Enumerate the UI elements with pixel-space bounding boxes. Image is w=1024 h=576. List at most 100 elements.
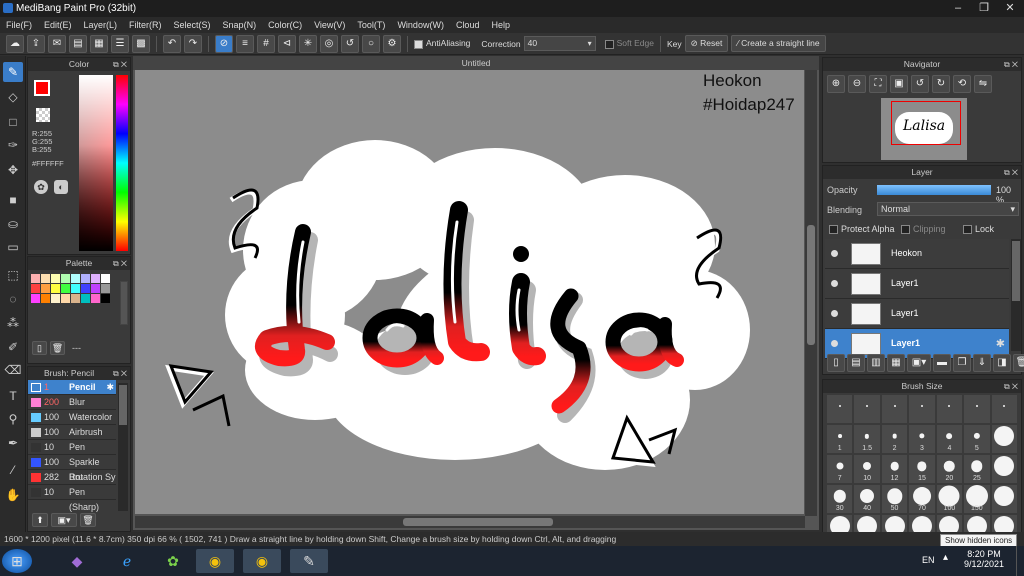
swatch[interactable]: [81, 294, 90, 303]
grid-icon[interactable]: ▩: [132, 34, 150, 53]
medibang-icon[interactable]: ✎: [290, 549, 328, 573]
panel-close-icon[interactable]: ⧉ ✕: [113, 257, 127, 270]
move-tool-icon[interactable]: ✥: [3, 160, 23, 180]
swatch[interactable]: [91, 294, 100, 303]
layer-menu-icon[interactable]: ▣▾: [907, 354, 931, 372]
menu-tool[interactable]: Tool(T): [351, 17, 391, 33]
saturation-value-field[interactable]: [79, 75, 113, 251]
bucket-tool-icon[interactable]: ⛀: [3, 214, 23, 234]
brush-item[interactable]: 282 Rotation Sy: [28, 470, 116, 485]
brush-scrollbar[interactable]: [118, 383, 128, 511]
panel-close-icon[interactable]: ⧉ ✕: [113, 367, 127, 380]
brush-size-cell[interactable]: 25: [964, 455, 990, 483]
add-brush-icon[interactable]: ⬆: [32, 513, 48, 527]
perspective-snap-icon[interactable]: ⊲: [278, 34, 296, 53]
eye-icon[interactable]: [831, 250, 838, 257]
brush-item[interactable]: 10 Pen (Sharp): [28, 485, 116, 512]
reset-button[interactable]: ⊘ Reset: [684, 35, 729, 52]
swatch[interactable]: [61, 274, 70, 283]
duplicate-layer-icon[interactable]: ❐: [953, 354, 971, 372]
brush-size-cell[interactable]: 12: [881, 455, 908, 483]
start-button[interactable]: ⊞: [2, 549, 32, 573]
operation-tool-icon[interactable]: ⚲: [3, 409, 23, 429]
brush-size-cell[interactable]: 2: [881, 425, 908, 453]
maximize-button[interactable]: ❐: [972, 0, 996, 17]
brush-size-cell[interactable]: [991, 395, 1017, 423]
menu-cloud[interactable]: Cloud: [450, 17, 486, 33]
blending-select[interactable]: Normal ▾: [877, 202, 1019, 216]
foreground-color-swatch[interactable]: [34, 80, 50, 96]
swatch[interactable]: [61, 284, 70, 293]
list-icon[interactable]: ☰: [111, 34, 129, 53]
swatch[interactable]: [101, 274, 110, 283]
circle-snap-icon[interactable]: ○: [362, 34, 380, 53]
brush-size-cell[interactable]: 100: [936, 485, 963, 513]
swatch[interactable]: [31, 284, 40, 293]
menu-layer[interactable]: Layer(L): [78, 17, 124, 33]
antialiasing-toggle[interactable]: AntiAliasing: [414, 38, 470, 49]
swatch[interactable]: [71, 294, 80, 303]
brush-item[interactable]: 10 Pen: [28, 440, 116, 455]
export-icon[interactable]: ⇪: [27, 34, 45, 53]
magic-wand-icon[interactable]: ⁂: [3, 313, 23, 333]
swatch[interactable]: [71, 274, 80, 283]
select-pen-icon[interactable]: ✐: [3, 337, 23, 357]
brush-size-cell[interactable]: 20: [936, 455, 963, 483]
brush-size-cell[interactable]: 40: [854, 485, 880, 513]
swatch[interactable]: [101, 284, 110, 293]
brush-size-cell[interactable]: 3: [909, 425, 935, 453]
clipping-checkbox[interactable]: Clipping: [901, 224, 946, 235]
panel-close-icon[interactable]: ⧉ ✕: [113, 58, 127, 71]
lock-checkbox[interactable]: Lock: [963, 224, 994, 235]
swatch[interactable]: [91, 284, 100, 293]
menu-file[interactable]: File(F): [0, 17, 38, 33]
layer-scrollbar[interactable]: [1011, 239, 1021, 351]
lasso-tool-icon[interactable]: ◌: [3, 289, 23, 309]
brush-size-cell[interactable]: [991, 425, 1017, 453]
swatch[interactable]: [81, 284, 90, 293]
rotate-right-icon[interactable]: ↻: [932, 75, 950, 93]
eye-icon[interactable]: [831, 280, 838, 287]
menu-help[interactable]: Help: [485, 17, 516, 33]
color-picker-icon[interactable]: ◐: [54, 180, 68, 194]
correction-select[interactable]: 40: [523, 36, 596, 51]
protect-alpha-checkbox[interactable]: Protect Alpha: [829, 224, 895, 235]
brush-size-cell[interactable]: [854, 395, 880, 423]
brush-size-cell[interactable]: [936, 395, 963, 423]
brush-size-cell[interactable]: [991, 485, 1017, 513]
brush-size-cell[interactable]: 50: [881, 485, 908, 513]
layer-row[interactable]: Heokon: [825, 239, 1009, 269]
comment-icon[interactable]: ✉: [48, 34, 66, 53]
redo-icon[interactable]: ↷: [184, 34, 202, 53]
swatch[interactable]: [41, 284, 50, 293]
color-wheel-icon[interactable]: ✿: [34, 180, 48, 194]
text-tool-icon[interactable]: T: [3, 386, 23, 406]
pen-tool-icon[interactable]: ⁄: [3, 460, 23, 480]
eye-icon[interactable]: [831, 340, 838, 347]
brush-size-cell[interactable]: 4: [936, 425, 963, 453]
soft-edge-toggle[interactable]: Soft Edge: [604, 38, 654, 49]
scroll-thumb[interactable]: [807, 225, 815, 345]
swatch[interactable]: [31, 294, 40, 303]
clock[interactable]: 8:20 PM 9/12/2021: [958, 549, 1010, 569]
internet-explorer-icon[interactable]: ℯ: [108, 549, 146, 573]
brush-size-cell[interactable]: 1.5: [854, 425, 880, 453]
brush-item[interactable]: 100 Airbrush: [28, 425, 116, 440]
merge-down-icon[interactable]: ⇓: [973, 354, 991, 372]
new-halftone-layer-icon[interactable]: ▤: [847, 354, 865, 372]
chrome-icon[interactable]: ◉: [243, 549, 281, 573]
eyedropper-tool-icon[interactable]: ✒: [3, 433, 23, 453]
hue-slider[interactable]: [116, 75, 128, 251]
transparent-swatch[interactable]: [36, 108, 50, 122]
eraser-tool-icon[interactable]: ◇: [3, 87, 23, 107]
new-layer-icon[interactable]: ▯: [827, 354, 845, 372]
zoom-in-icon[interactable]: ⊕: [827, 75, 845, 93]
brush-size-cell[interactable]: 1: [827, 425, 853, 453]
fit-screen-icon[interactable]: ⛶: [869, 75, 887, 93]
swatch[interactable]: [91, 274, 100, 283]
delete-layer-icon[interactable]: 🗑: [1013, 354, 1024, 372]
undo-icon[interactable]: ↶: [163, 34, 181, 53]
swatch[interactable]: [31, 274, 40, 283]
brush-size-cell[interactable]: 10: [854, 455, 880, 483]
brush-size-cell[interactable]: 30: [827, 485, 853, 513]
